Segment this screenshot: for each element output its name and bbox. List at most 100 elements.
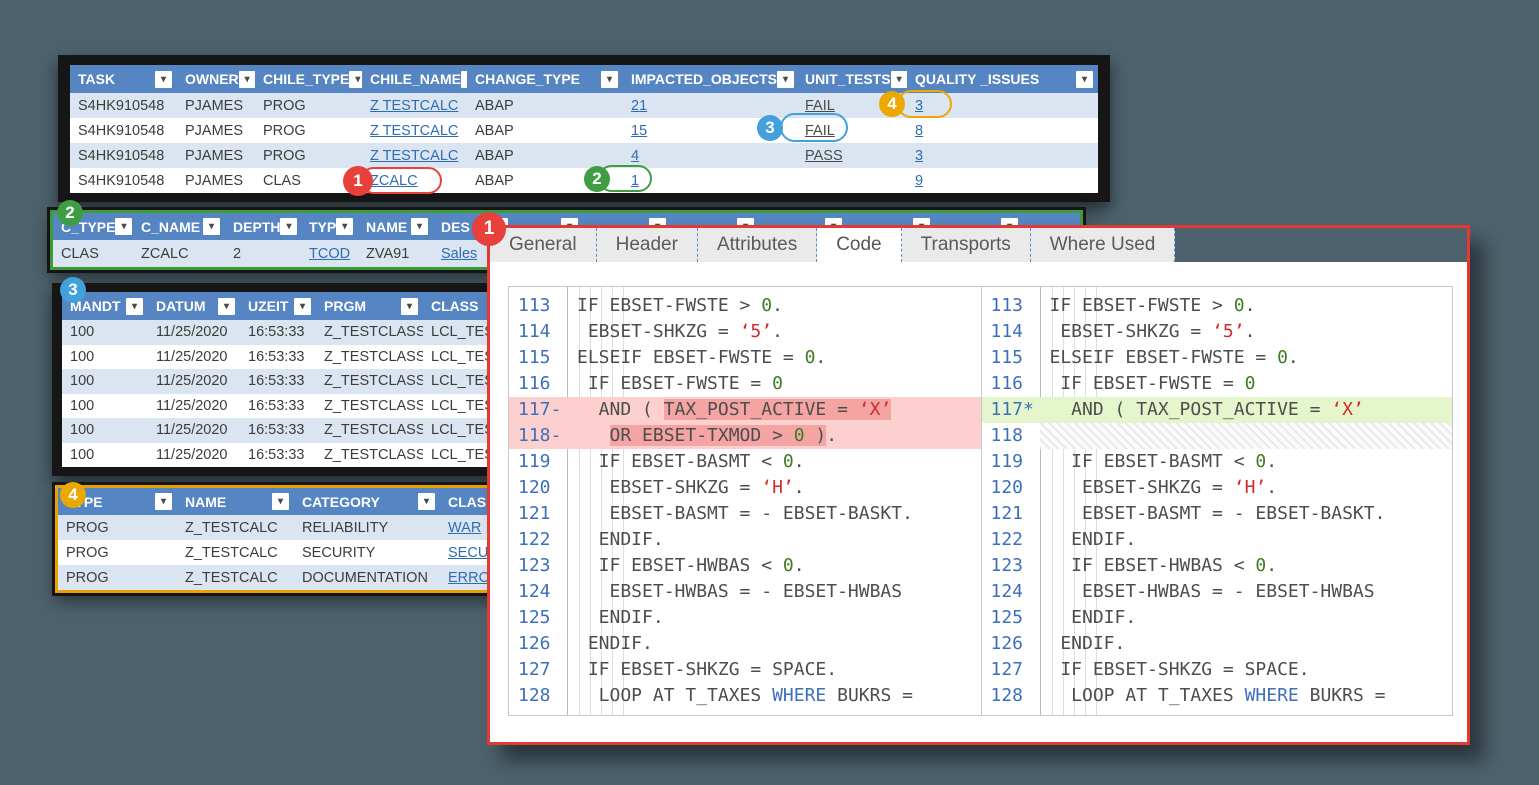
column-header: TYP▾ bbox=[301, 213, 358, 240]
filter-dropdown-icon[interactable]: ▾ bbox=[155, 71, 172, 88]
code-text: EBSET-BASMT = - EBSET-BASKT. bbox=[1040, 501, 1453, 527]
table-row[interactable]: S4HK910548PJAMESPROGZ TESTCALCABAP4PASS3 bbox=[70, 143, 1098, 168]
code-line: 115ELSEIF EBSET-FWSTE = 0. bbox=[982, 345, 1453, 371]
table-cell: Z_TESTCLASS1 bbox=[316, 394, 423, 419]
cell-link[interactable]: 8 bbox=[907, 118, 1098, 143]
cell-link[interactable]: 3 bbox=[907, 143, 1098, 168]
table-cell: ZCALC bbox=[133, 240, 225, 267]
tab-transports[interactable]: Transports bbox=[902, 228, 1031, 262]
code-line: 114 EBSET-SHKZG = ‘5’. bbox=[509, 319, 981, 345]
filter-dropdown-icon[interactable]: ▾ bbox=[203, 218, 220, 235]
line-number: 120 bbox=[982, 475, 1040, 501]
tab-code[interactable]: Code bbox=[817, 228, 901, 262]
filter-dropdown-icon[interactable]: ▾ bbox=[239, 71, 255, 88]
code-pane-new[interactable]: 113IF EBSET-FWSTE > 0.114 EBSET-SHKZG = … bbox=[981, 287, 1453, 715]
line-number: 119 bbox=[509, 449, 567, 475]
table-cell: PJAMES bbox=[177, 118, 255, 143]
table2-badge-2: 2 bbox=[57, 200, 83, 226]
code-text: ELSEIF EBSET-FWSTE = 0. bbox=[1040, 345, 1453, 371]
column-header: UNIT_TESTS▾ bbox=[797, 65, 907, 93]
column-label: NAME bbox=[366, 219, 407, 235]
code-text: ENDIF. bbox=[567, 631, 981, 657]
cell-link[interactable]: Z TESTCALC bbox=[362, 118, 467, 143]
annotation-badge-1: 1 bbox=[343, 166, 373, 196]
cell-link[interactable]: Z TESTCALC bbox=[362, 93, 467, 118]
table-cell: PROG bbox=[255, 118, 362, 143]
screenshot-stage: TASK▾OWNER▾CHILE_TYPE▾CHILE_NAME▾CHANGE_… bbox=[0, 0, 1539, 785]
filter-dropdown-icon[interactable]: ▾ bbox=[115, 218, 132, 235]
line-number: 126 bbox=[982, 631, 1040, 657]
table-cell: PROG bbox=[58, 515, 177, 540]
code-line: 118 bbox=[982, 423, 1453, 449]
tab-where-used[interactable]: Where Used bbox=[1031, 228, 1176, 262]
code-line: 125 ENDIF. bbox=[509, 605, 981, 631]
tab-attributes[interactable]: Attributes bbox=[698, 228, 817, 262]
column-label: CHILE_NAME bbox=[370, 71, 461, 87]
code-text: ENDIF. bbox=[1040, 631, 1453, 657]
table-cell: RELIABILITY bbox=[294, 515, 440, 540]
table-cell: ABAP bbox=[467, 93, 623, 118]
filter-dropdown-icon[interactable]: ▾ bbox=[218, 298, 235, 315]
table-header-row: TASK▾OWNER▾CHILE_TYPE▾CHILE_NAME▾CHANGE_… bbox=[70, 65, 1098, 93]
annotation-ellipse-blue bbox=[780, 113, 848, 142]
filter-dropdown-icon[interactable]: ▾ bbox=[272, 493, 289, 510]
cell-link[interactable]: 4 bbox=[623, 143, 797, 168]
code-text: EBSET-SHKZG = ‘5’. bbox=[567, 319, 981, 345]
object-detail-panel: GeneralHeaderAttributesCodeTransportsWhe… bbox=[487, 225, 1470, 745]
table-cell: Z_TESTCLASS1 bbox=[316, 320, 423, 345]
cell-link[interactable]: 9 bbox=[907, 168, 1098, 193]
filter-dropdown-icon[interactable]: ▾ bbox=[126, 298, 143, 315]
filter-dropdown-icon[interactable]: ▾ bbox=[401, 298, 418, 315]
filter-dropdown-icon[interactable]: ▾ bbox=[280, 218, 297, 235]
code-text: EBSET-SHKZG = ‘H’. bbox=[567, 475, 981, 501]
filter-dropdown-icon[interactable]: ▾ bbox=[294, 298, 311, 315]
table-cell bbox=[797, 168, 907, 193]
filter-dropdown-icon[interactable]: ▾ bbox=[155, 493, 172, 510]
code-text: IF EBSET-SHKZG = SPACE. bbox=[1040, 657, 1453, 683]
filter-dropdown-icon[interactable]: ▾ bbox=[411, 218, 428, 235]
column-header: TASK▾ bbox=[70, 65, 177, 93]
code-text: ENDIF. bbox=[1040, 605, 1453, 631]
filter-dropdown-icon[interactable]: ▾ bbox=[336, 218, 353, 235]
code-text: EBSET-HWBAS = - EBSET-HWBAS bbox=[567, 579, 981, 605]
column-label: UNIT_TESTS bbox=[805, 71, 891, 87]
cell-link[interactable]: Z TESTCALC bbox=[362, 143, 467, 168]
filter-dropdown-icon[interactable]: ▾ bbox=[891, 71, 907, 88]
filter-dropdown-icon[interactable]: ▾ bbox=[601, 71, 618, 88]
table-cell: 100 bbox=[62, 320, 148, 345]
filter-dropdown-icon[interactable]: ▾ bbox=[418, 493, 435, 510]
table-cell: Z_TESTCLASS1 bbox=[316, 443, 423, 468]
table-row[interactable]: S4HK910548PJAMESPROGZ TESTCALCABAP15FAIL… bbox=[70, 118, 1098, 143]
code-line: 120 EBSET-SHKZG = ‘H’. bbox=[509, 475, 981, 501]
line-number: 120 bbox=[509, 475, 567, 501]
column-header: CHILE_NAME▾ bbox=[362, 65, 467, 93]
filter-dropdown-icon[interactable]: ▾ bbox=[349, 71, 362, 88]
column-header: DEPTH▾ bbox=[225, 213, 301, 240]
tab-general[interactable]: General bbox=[490, 228, 597, 262]
table-cell: 100 bbox=[62, 443, 148, 468]
filter-dropdown-icon[interactable]: ▾ bbox=[1076, 71, 1093, 88]
table-cell: 11/25/2020 bbox=[148, 369, 240, 394]
code-text: IF EBSET-BASMT < 0. bbox=[567, 449, 981, 475]
column-header: DATUM▾ bbox=[148, 292, 240, 320]
code-text: AND ( TAX_POST_ACTIVE = ‘X’ bbox=[1040, 397, 1453, 423]
code-text: IF EBSET-FWSTE > 0. bbox=[1040, 293, 1453, 319]
table-cell: 11/25/2020 bbox=[148, 320, 240, 345]
cell-link[interactable]: TCOD bbox=[301, 240, 358, 267]
column-label: CLAS bbox=[448, 494, 486, 510]
cell-link[interactable]: PASS bbox=[797, 143, 907, 168]
column-label: QUALITY _ISSUES bbox=[915, 71, 1039, 87]
table-cell: S4HK910548 bbox=[70, 168, 177, 193]
code-text: ENDIF. bbox=[567, 605, 981, 631]
panel-body: 113IF EBSET-FWSTE > 0.114 EBSET-SHKZG = … bbox=[490, 262, 1467, 742]
code-pane-old[interactable]: 113IF EBSET-FWSTE > 0.114 EBSET-SHKZG = … bbox=[509, 287, 981, 715]
column-label: CLASS bbox=[431, 298, 478, 314]
table-cell: ABAP bbox=[467, 118, 623, 143]
code-text: ELSEIF EBSET-FWSTE = 0. bbox=[567, 345, 981, 371]
column-label: CHANGE_TYPE bbox=[475, 71, 580, 87]
table-cell: Z_TESTCLASS1 bbox=[316, 345, 423, 370]
table-cell: 100 bbox=[62, 345, 148, 370]
tab-header[interactable]: Header bbox=[597, 228, 698, 262]
filter-dropdown-icon[interactable]: ▾ bbox=[777, 71, 794, 88]
code-line: 127 IF EBSET-SHKZG = SPACE. bbox=[509, 657, 981, 683]
